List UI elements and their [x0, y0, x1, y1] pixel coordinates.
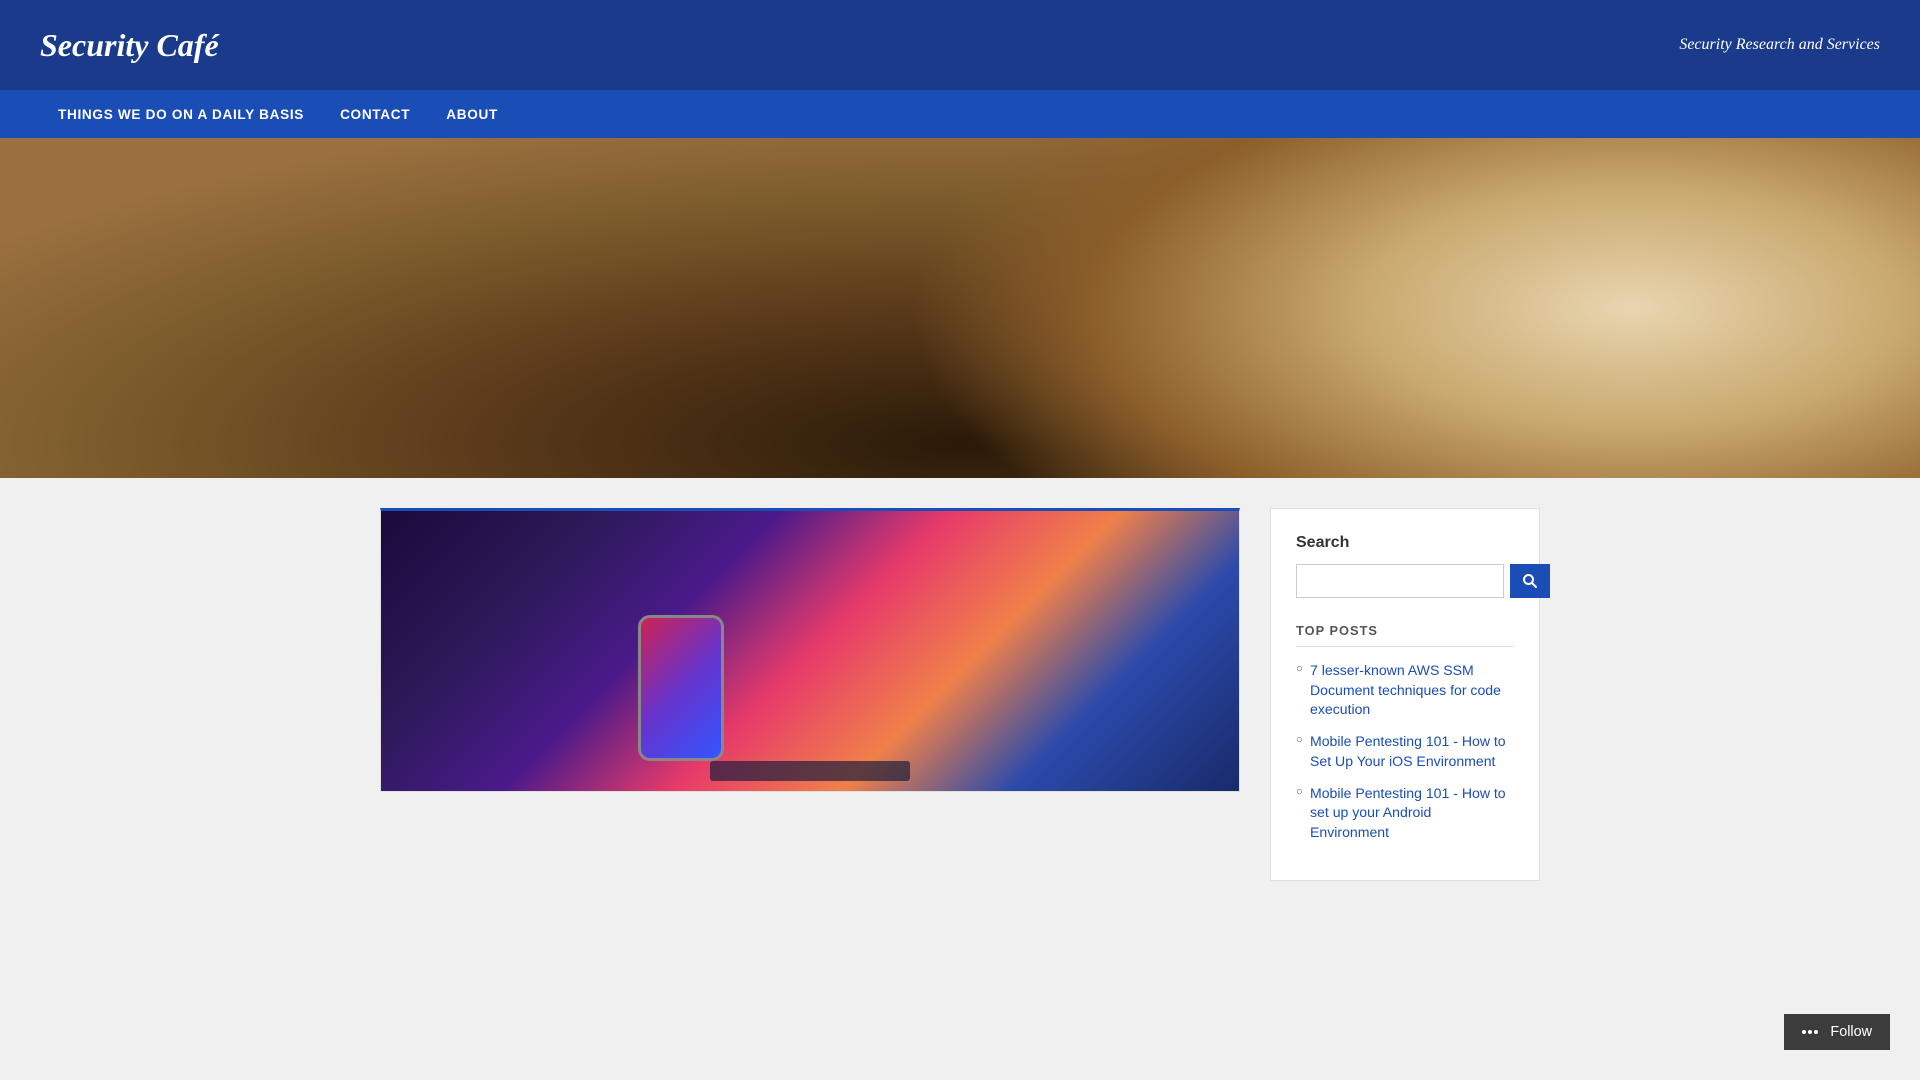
sidebar-widget: Search TOP POSTS 7 lesser-known AWS SSM … [1270, 508, 1540, 881]
nav-item-things[interactable]: THINGS WE DO ON A DAILY BASIS [40, 93, 322, 136]
nav-item-about[interactable]: ABOUT [428, 93, 516, 136]
follow-label: Follow [1830, 1024, 1872, 1040]
top-post-link-0[interactable]: 7 lesser-known AWS SSM Document techniqu… [1310, 662, 1501, 717]
site-header: Security Café Security Research and Serv… [0, 0, 1920, 90]
content-area: Search TOP POSTS 7 lesser-known AWS SSM … [360, 478, 1560, 911]
top-post-link-1[interactable]: Mobile Pentesting 101 - How to Set Up Yo… [1310, 733, 1506, 769]
hero-image [0, 138, 1920, 478]
sidebar: Search TOP POSTS 7 lesser-known AWS SSM … [1270, 508, 1540, 881]
top-posts-list: 7 lesser-known AWS SSM Document techniqu… [1296, 661, 1514, 843]
main-nav: THINGS WE DO ON A DAILY BASIS CONTACT AB… [0, 90, 1920, 138]
site-title[interactable]: Security Café [40, 27, 219, 64]
post-card [380, 508, 1240, 792]
list-item: 7 lesser-known AWS SSM Document techniqu… [1296, 661, 1514, 720]
top-posts-heading: TOP POSTS [1296, 623, 1514, 647]
post-image-container [381, 511, 1239, 791]
main-content [380, 508, 1240, 881]
nav-item-contact[interactable]: CONTACT [322, 93, 428, 136]
search-input[interactable] [1296, 564, 1504, 598]
search-button[interactable] [1510, 564, 1550, 598]
list-item: Mobile Pentesting 101 - How to set up yo… [1296, 784, 1514, 843]
hero-banner [0, 138, 1920, 478]
follow-dots-icon [1802, 1030, 1818, 1034]
post-featured-image [381, 511, 1239, 791]
search-form [1296, 564, 1514, 598]
site-tagline: Security Research and Services [1679, 36, 1880, 54]
list-item: Mobile Pentesting 101 - How to Set Up Yo… [1296, 732, 1514, 771]
search-label: Search [1296, 534, 1514, 552]
follow-widget[interactable]: Follow [1784, 1014, 1890, 1050]
search-icon [1522, 573, 1538, 589]
top-post-link-2[interactable]: Mobile Pentesting 101 - How to set up yo… [1310, 785, 1506, 840]
